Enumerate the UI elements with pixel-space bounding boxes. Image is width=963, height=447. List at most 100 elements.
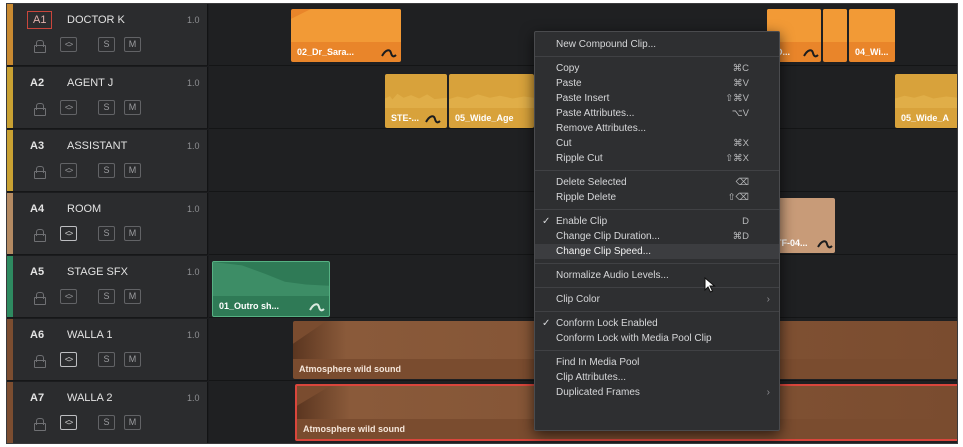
menu-ripple-delete[interactable]: Ripple Delete ⇧⌫ xyxy=(535,190,779,205)
solo-button[interactable]: S xyxy=(98,100,115,115)
track-name-a7[interactable]: WALLA 2 xyxy=(67,392,112,404)
menu-remove-attributes[interactable]: Remove Attributes... xyxy=(535,121,779,136)
auto-track-select-button[interactable]: <> xyxy=(60,415,77,430)
track-id-a5: A5 xyxy=(30,266,45,278)
solo-button[interactable]: S xyxy=(98,163,115,178)
auto-track-select-button[interactable]: <> xyxy=(60,226,77,241)
clip-context-menu: New Compound Clip... Copy ⌘C Paste ⌘V Past… xyxy=(534,31,780,431)
track-header-a4[interactable]: A4 ROOM 1.0 <> S M xyxy=(7,193,208,255)
fade-curve-icon xyxy=(425,115,441,124)
track-volume-a2[interactable]: 1.0 xyxy=(187,78,200,88)
solo-button[interactable]: S xyxy=(98,352,115,367)
menu-label: Clip Attributes... xyxy=(556,372,627,383)
shortcut: ⌘D xyxy=(732,231,749,242)
track-color-stripe xyxy=(7,67,13,128)
track-volume-a1[interactable]: 1.0 xyxy=(187,15,200,25)
audio-clip[interactable]: 05_Wide_A xyxy=(895,74,957,128)
lock-icon[interactable] xyxy=(34,292,46,305)
lock-icon[interactable] xyxy=(34,418,46,431)
menu-copy[interactable]: Copy ⌘C xyxy=(535,61,779,76)
menu-conform-lock-enabled[interactable]: ✓ Conform Lock Enabled xyxy=(535,316,779,331)
track-name-a3[interactable]: ASSISTANT xyxy=(67,140,127,152)
menu-paste[interactable]: Paste ⌘V xyxy=(535,76,779,91)
track-name-a2[interactable]: AGENT J xyxy=(67,77,113,89)
shortcut: ⌥V xyxy=(731,108,749,119)
mute-button[interactable]: M xyxy=(124,289,141,304)
track-header-a2[interactable]: A2 AGENT J 1.0 <> S M xyxy=(7,67,208,129)
mute-button[interactable]: M xyxy=(124,226,141,241)
menu-change-clip-speed[interactable]: Change Clip Speed... xyxy=(535,244,779,259)
track-name-a6[interactable]: WALLA 1 xyxy=(67,329,112,341)
lock-icon[interactable] xyxy=(34,103,46,116)
lock-icon[interactable] xyxy=(34,166,46,179)
solo-button[interactable]: S xyxy=(98,37,115,52)
menu-label: Change Clip Duration... xyxy=(556,231,660,242)
track-header-a6[interactable]: A6 WALLA 1 1.0 <> S M xyxy=(7,319,208,381)
clip-name: Atmosphere wild sound xyxy=(299,364,402,374)
track-id-a2: A2 xyxy=(30,77,45,89)
menu-duplicated-frames[interactable]: Duplicated Frames › xyxy=(535,385,779,400)
chevron-right-icon: › xyxy=(766,387,770,398)
auto-track-select-button[interactable]: <> xyxy=(60,163,77,178)
track-name-a4[interactable]: ROOM xyxy=(67,203,101,215)
track-name-a5[interactable]: STAGE SFX xyxy=(67,266,128,278)
mute-button[interactable]: M xyxy=(124,352,141,367)
audio-clip[interactable]: 01_Outro sh... xyxy=(212,261,330,317)
track-header-a5[interactable]: A5 STAGE SFX 1.0 <> S M xyxy=(7,256,208,318)
menu-paste-insert[interactable]: Paste Insert ⇧⌘V xyxy=(535,91,779,106)
solo-button[interactable]: S xyxy=(98,415,115,430)
timeline-window: A1 DOCTOR K 1.0 <> S M A2 AGENT J 1.0 <>… xyxy=(6,3,958,444)
audio-clip[interactable]: STE-... xyxy=(385,74,447,128)
lock-icon[interactable] xyxy=(34,355,46,368)
track-volume-a5[interactable]: 1.0 xyxy=(187,267,200,277)
menu-label: Paste Attributes... xyxy=(556,108,635,119)
track-volume-a4[interactable]: 1.0 xyxy=(187,204,200,214)
audio-clip[interactable] xyxy=(823,9,847,62)
menu-paste-attributes[interactable]: Paste Attributes... ⌥V xyxy=(535,106,779,121)
mute-button[interactable]: M xyxy=(124,37,141,52)
clip-name: TF-04... xyxy=(776,238,808,248)
menu-normalize-audio-levels[interactable]: Normalize Audio Levels... xyxy=(535,268,779,283)
audio-clip[interactable]: 02_Dr_Sara... xyxy=(291,9,401,62)
menu-clip-attributes[interactable]: Clip Attributes... xyxy=(535,370,779,385)
auto-track-select-button[interactable]: <> xyxy=(60,352,77,367)
menu-cut[interactable]: Cut ⌘X xyxy=(535,136,779,151)
track-volume-a3[interactable]: 1.0 xyxy=(187,141,200,151)
lock-icon[interactable] xyxy=(34,40,46,53)
fade-curve-icon xyxy=(309,303,325,312)
mute-button[interactable]: M xyxy=(124,100,141,115)
menu-delete-selected[interactable]: Delete Selected ⌫ xyxy=(535,175,779,190)
lock-icon[interactable] xyxy=(34,229,46,242)
auto-track-select-button[interactable]: <> xyxy=(60,289,77,304)
solo-button[interactable]: S xyxy=(98,226,115,241)
menu-clip-color[interactable]: Clip Color › xyxy=(535,292,779,307)
track-header-a3[interactable]: A3 ASSISTANT 1.0 <> S M xyxy=(7,130,208,192)
track-id-a4: A4 xyxy=(30,203,45,215)
track-name-a1[interactable]: DOCTOR K xyxy=(67,14,125,26)
audio-clip[interactable]: 04_Wi... xyxy=(849,9,895,62)
shortcut: ⌘V xyxy=(733,78,749,89)
track-header-a7[interactable]: A7 WALLA 2 1.0 <> S M xyxy=(7,382,208,443)
clip-name: 04_Wi... xyxy=(855,47,889,57)
menu-change-clip-duration[interactable]: Change Clip Duration... ⌘D xyxy=(535,229,779,244)
shortcut: ⌫ xyxy=(735,177,749,188)
menu-conform-lock-media-pool[interactable]: Conform Lock with Media Pool Clip xyxy=(535,331,779,346)
track-header-a1[interactable]: A1 DOCTOR K 1.0 <> S M xyxy=(7,4,208,66)
menu-separator xyxy=(535,209,779,210)
menu-enable-clip[interactable]: ✓ Enable Clip D xyxy=(535,214,779,229)
mute-button[interactable]: M xyxy=(124,415,141,430)
track-volume-a6[interactable]: 1.0 xyxy=(187,330,200,340)
menu-label: Normalize Audio Levels... xyxy=(556,270,669,281)
mute-button[interactable]: M xyxy=(124,163,141,178)
menu-find-in-media-pool[interactable]: Find In Media Pool xyxy=(535,355,779,370)
solo-button[interactable]: S xyxy=(98,289,115,304)
track-color-stripe xyxy=(7,130,13,191)
auto-track-select-button[interactable]: <> xyxy=(60,37,77,52)
auto-track-select-button[interactable]: <> xyxy=(60,100,77,115)
track-volume-a7[interactable]: 1.0 xyxy=(187,393,200,403)
menu-new-compound-clip[interactable]: New Compound Clip... xyxy=(535,37,779,52)
audio-clip[interactable]: 05_Wide_Age xyxy=(449,74,534,128)
audio-waveform xyxy=(895,95,957,108)
menu-ripple-cut[interactable]: Ripple Cut ⇧⌘X xyxy=(535,151,779,166)
menu-separator xyxy=(535,263,779,264)
